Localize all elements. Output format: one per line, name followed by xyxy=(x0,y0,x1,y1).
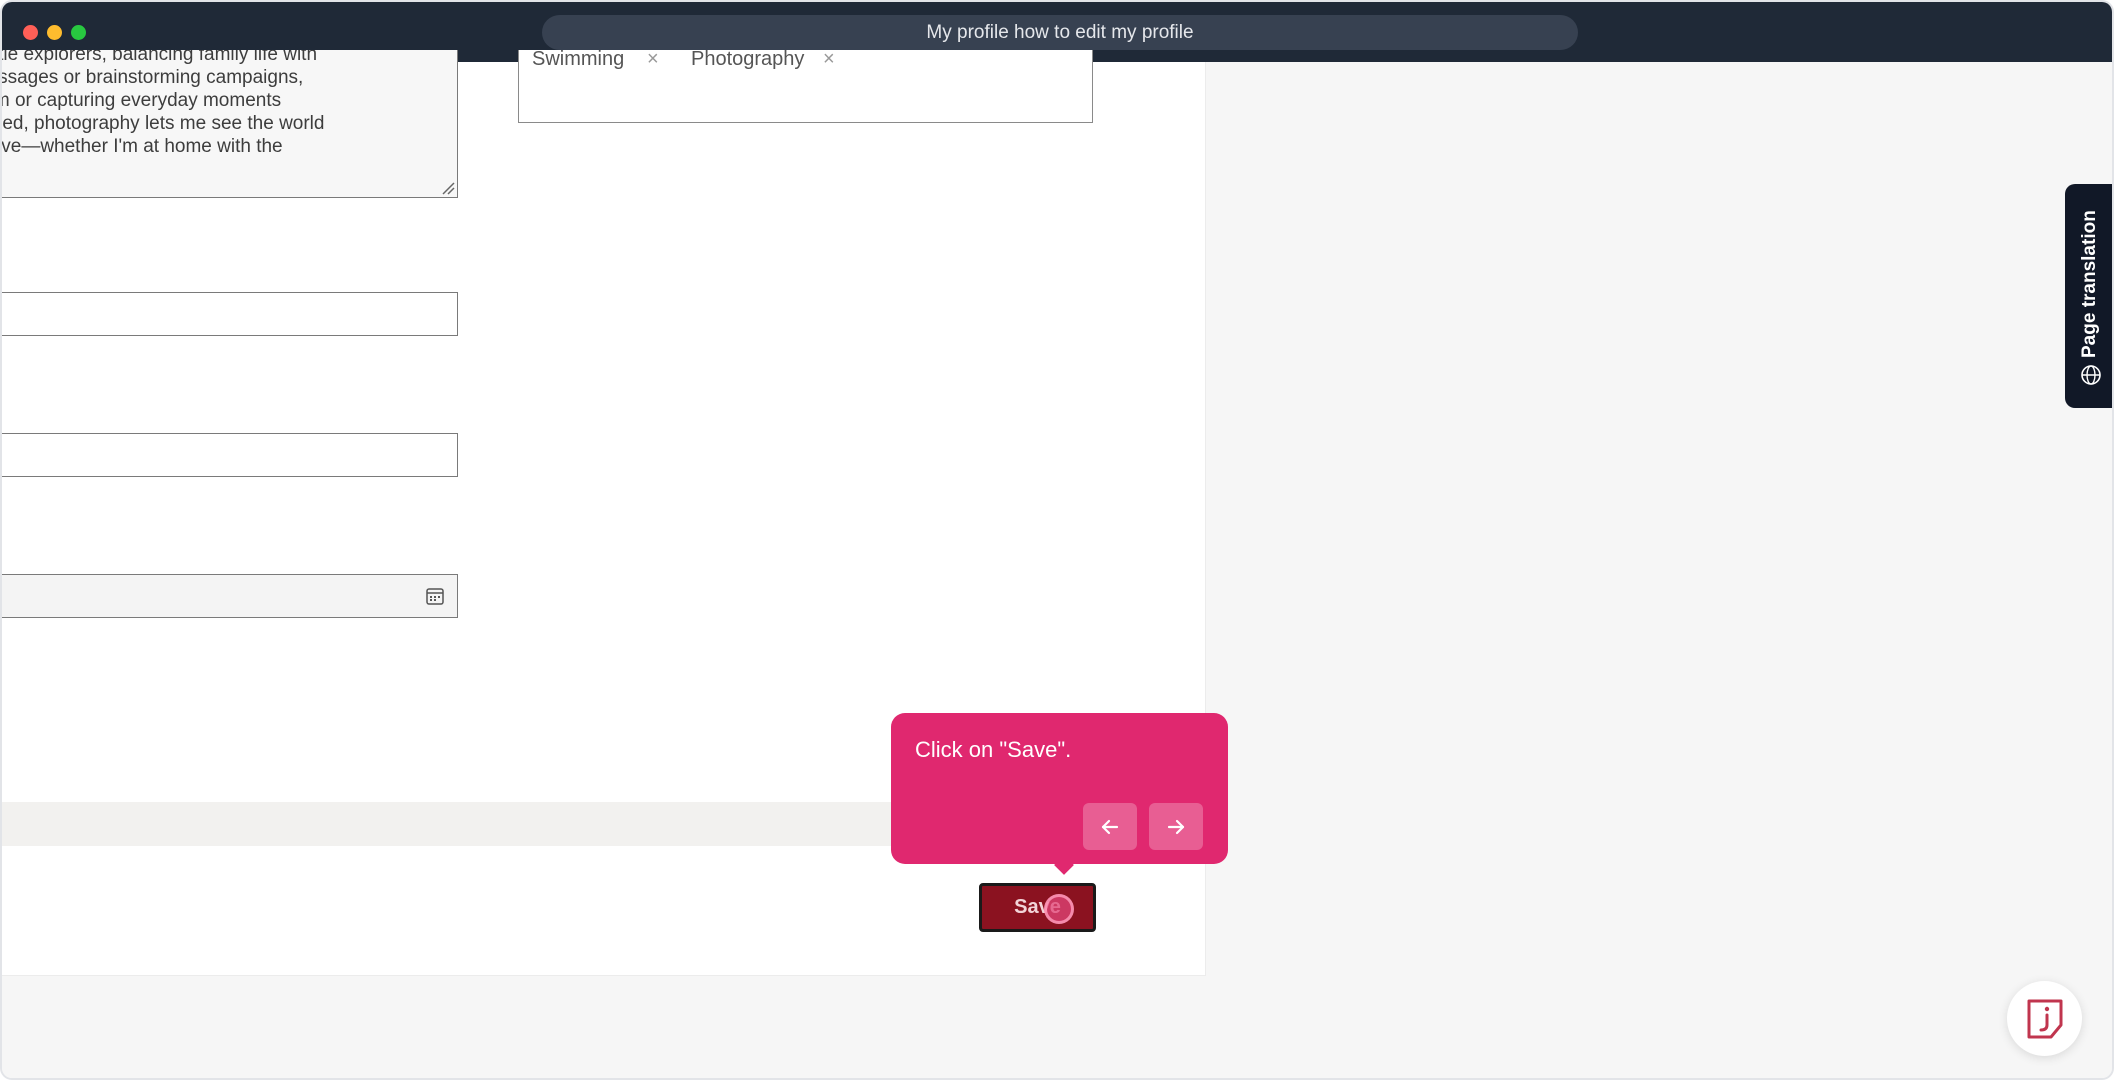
click-indicator xyxy=(1044,894,1074,924)
tag-photography: Photography xyxy=(691,48,805,70)
remove-tag-icon[interactable]: × xyxy=(647,48,659,71)
guide-tooltip: Click on "Save". xyxy=(891,713,1228,864)
bio-text: two curious little explorers, balancing … xyxy=(2,50,443,158)
resize-grip-icon[interactable] xyxy=(441,181,455,195)
page-translation-label: Page translation xyxy=(2079,210,2100,358)
remove-tag-icon[interactable]: × xyxy=(823,48,835,71)
globe-icon xyxy=(2081,365,2101,385)
save-button[interactable]: Save xyxy=(979,883,1096,932)
window-title: My profile how to edit my profile xyxy=(542,15,1578,50)
tag-swimming: Swimming xyxy=(532,48,625,70)
app-window: My profile how to edit my profile two cu… xyxy=(0,0,2114,1080)
page-translation-tab[interactable]: Page translation xyxy=(2065,184,2112,408)
calendar-icon[interactable] xyxy=(425,586,445,606)
arrow-right-icon xyxy=(1167,819,1185,834)
bio-line: efreshing swim or capturing everyday mom… xyxy=(2,90,282,111)
previous-step-button[interactable] xyxy=(1083,803,1137,850)
bio-line: me stay creative—whether I'm at home wit… xyxy=(2,136,283,157)
help-widget-icon xyxy=(2027,999,2062,1038)
minimize-window-button[interactable] xyxy=(47,25,62,40)
interests-tag-input[interactable]: Swimming × Photography × xyxy=(518,48,1093,123)
arrow-left-icon xyxy=(1101,819,1119,834)
date-field[interactable] xyxy=(2,574,458,618)
help-widget-button[interactable] xyxy=(2007,981,2082,1056)
bio-line: two curious little explorers, balancing … xyxy=(2,50,318,65)
bio-textarea[interactable]: two curious little explorers, balancing … xyxy=(2,50,458,198)
page-content: two curious little explorers, balancing … xyxy=(2,48,2112,1078)
next-step-button[interactable] xyxy=(1149,803,1203,850)
tooltip-text: Click on "Save". xyxy=(915,737,1072,762)
close-window-button[interactable] xyxy=(23,25,38,40)
bio-line: ot crafting messages or brainstorming ca… xyxy=(2,67,304,88)
text-field[interactable] xyxy=(2,292,458,336)
maximize-window-button[interactable] xyxy=(71,25,86,40)
bio-line: ps me energized, photography lets me see… xyxy=(2,113,325,134)
text-field[interactable] xyxy=(2,433,458,477)
